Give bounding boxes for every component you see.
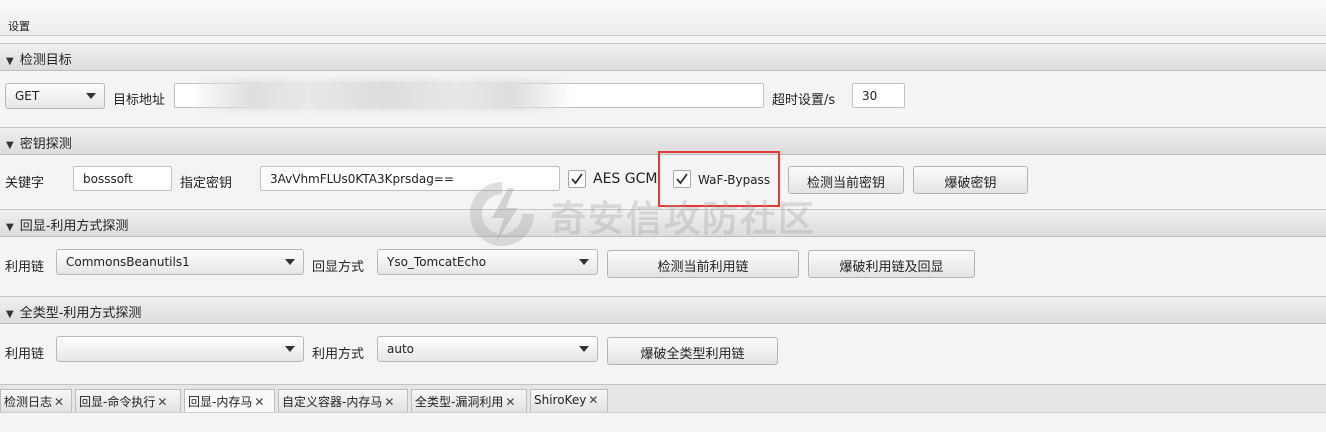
chain-select-value: CommonsBeanutils1 bbox=[66, 255, 190, 269]
keyword-input[interactable]: bosssoft bbox=[73, 166, 172, 191]
section-title: 全类型-利用方式探测 bbox=[19, 306, 142, 321]
detect-chain-button[interactable]: 检测当前利用链 bbox=[607, 250, 799, 278]
chain-select[interactable]: CommonsBeanutils1 bbox=[56, 249, 304, 275]
collapse-triangle-icon[interactable]: ▼ bbox=[6, 309, 14, 320]
tab-label: 全类型-漏洞利用 bbox=[415, 395, 504, 409]
key-input-value: 3AvVhmFLUs0KTA3Kprsdag== bbox=[270, 172, 454, 186]
timeout-input-value: 30 bbox=[862, 89, 878, 103]
chevron-down-icon bbox=[285, 346, 295, 352]
collapse-triangle-icon[interactable]: ▼ bbox=[6, 222, 14, 233]
keyword-input-value: bosssoft bbox=[83, 172, 133, 186]
section-header-alltype[interactable]: ▼ 全类型-利用方式探测 bbox=[0, 296, 1326, 324]
mode-select[interactable]: auto bbox=[377, 336, 598, 362]
section-title: 密钥探测 bbox=[19, 137, 72, 152]
chevron-down-icon bbox=[579, 259, 589, 265]
tab-label: 自定义容器-内存马 bbox=[282, 395, 383, 409]
watermark-text: 奇安信攻防社区 bbox=[550, 199, 817, 240]
chevron-down-icon bbox=[285, 259, 295, 265]
tab-echo-cmd[interactable]: 回显-命令执行 ✕ bbox=[75, 389, 181, 412]
url-label: 目标地址 bbox=[113, 93, 166, 108]
echo-mode-select[interactable]: Yso_TomcatEcho bbox=[377, 249, 598, 275]
tab-content-area bbox=[0, 412, 1326, 432]
tab-echo-memshell[interactable]: 回显-内存马 ✕ bbox=[184, 389, 275, 412]
tab-detect-log[interactable]: 检测日志 ✕ bbox=[0, 389, 72, 412]
chevron-down-icon bbox=[579, 346, 589, 352]
tab-label: 检测日志 bbox=[4, 395, 53, 409]
redacted-url-blur bbox=[196, 80, 568, 110]
aes-gcm-checkbox[interactable] bbox=[568, 170, 586, 188]
aes-gcm-label: AES GCM bbox=[593, 171, 658, 187]
timeout-label: 超时设置/s bbox=[772, 93, 836, 108]
close-icon[interactable]: ✕ bbox=[54, 395, 64, 409]
checkmark-icon bbox=[571, 173, 583, 185]
mode-select-value: auto bbox=[387, 342, 415, 356]
tab-shirokey[interactable]: ShiroKey ✕ bbox=[530, 389, 608, 412]
menu-bar: 设置 bbox=[0, 0, 1326, 36]
timeout-input[interactable]: 30 bbox=[852, 83, 905, 108]
tab-label: 回显-内存马 bbox=[188, 395, 253, 409]
keyword-label: 关键字 bbox=[5, 176, 45, 191]
echo-mode-label: 回显方式 bbox=[312, 260, 365, 275]
alltype-chain-select[interactable] bbox=[56, 336, 304, 362]
brute-chain-button[interactable]: 爆破利用链及回显 bbox=[808, 250, 975, 278]
key-label: 指定密钥 bbox=[180, 176, 233, 191]
close-icon[interactable]: ✕ bbox=[588, 393, 598, 407]
chevron-down-icon bbox=[86, 93, 96, 99]
tab-custom-container-memshell[interactable]: 自定义容器-内存马 ✕ bbox=[278, 389, 408, 412]
method-select[interactable]: GET bbox=[5, 83, 105, 109]
menu-item-settings[interactable]: 设置 bbox=[8, 20, 30, 33]
tab-label: ShiroKey bbox=[534, 393, 587, 407]
section-title: 回显-利用方式探测 bbox=[19, 219, 129, 234]
watermark-logo-icon bbox=[470, 182, 534, 246]
chain-label: 利用链 bbox=[5, 260, 45, 275]
chain-label: 利用链 bbox=[5, 347, 45, 362]
close-icon[interactable]: ✕ bbox=[254, 395, 264, 409]
collapse-triangle-icon[interactable]: ▼ bbox=[6, 56, 14, 67]
mode-label: 利用方式 bbox=[312, 347, 365, 362]
brute-all-button[interactable]: 爆破全类型利用链 bbox=[607, 337, 778, 365]
tab-label: 回显-命令执行 bbox=[79, 395, 156, 409]
close-icon[interactable]: ✕ bbox=[505, 395, 515, 409]
brute-key-button[interactable]: 爆破密钥 bbox=[913, 166, 1028, 194]
section-header-target[interactable]: ▼ 检测目标 bbox=[0, 43, 1326, 71]
echo-mode-select-value: Yso_TomcatEcho bbox=[387, 255, 487, 269]
close-icon[interactable]: ✕ bbox=[157, 395, 167, 409]
close-icon[interactable]: ✕ bbox=[384, 395, 394, 409]
collapse-triangle-icon[interactable]: ▼ bbox=[6, 140, 14, 151]
method-select-value: GET bbox=[15, 89, 40, 103]
tab-alltype-exploit[interactable]: 全类型-漏洞利用 ✕ bbox=[411, 389, 527, 412]
section-title: 检测目标 bbox=[19, 53, 72, 68]
